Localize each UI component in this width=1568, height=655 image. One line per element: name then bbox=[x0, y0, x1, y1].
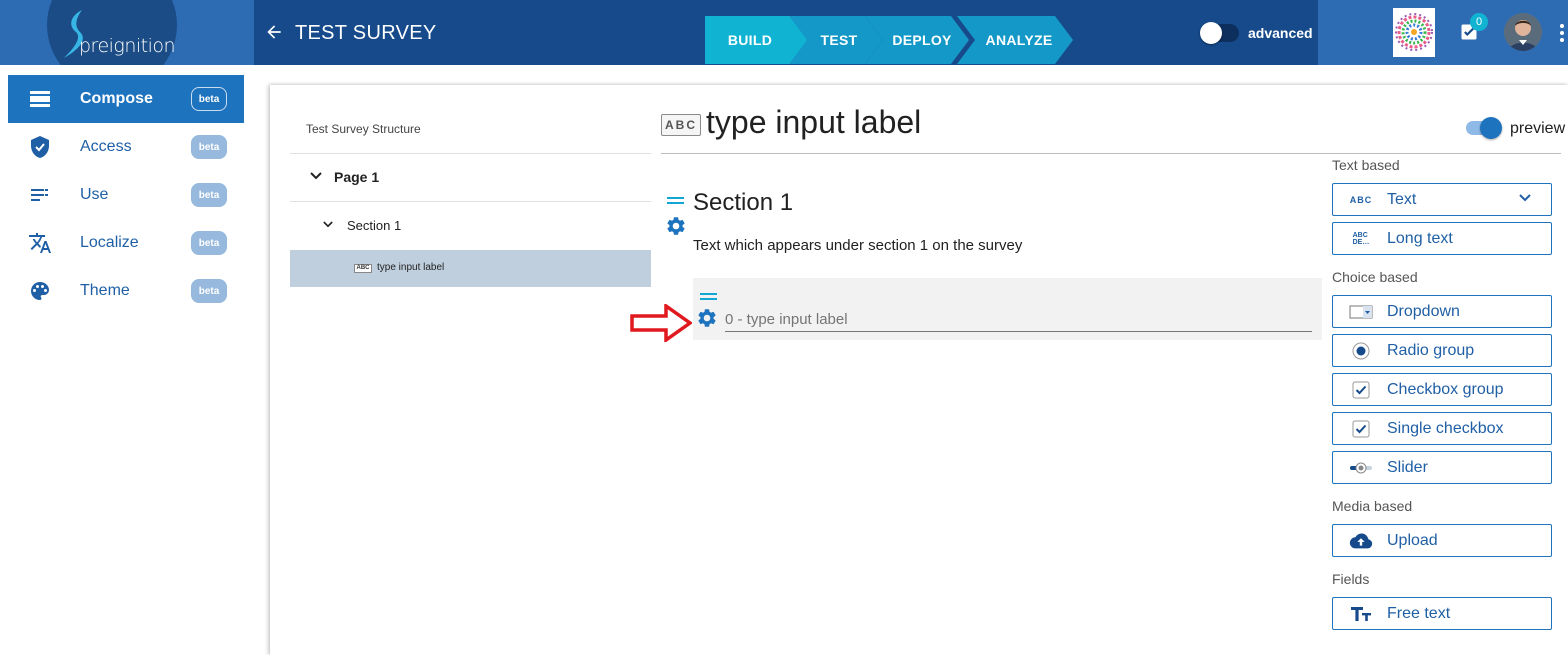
user-photo-icon bbox=[1504, 13, 1542, 51]
checkbox-icon bbox=[1349, 381, 1373, 399]
question-label-input[interactable] bbox=[725, 306, 1312, 332]
palette-radio-group-button[interactable]: Radio group bbox=[1332, 334, 1552, 367]
section-description[interactable]: Text which appears under section 1 on th… bbox=[693, 237, 1022, 254]
organization-logo[interactable] bbox=[1393, 8, 1435, 57]
palette-dropdown-button[interactable]: Dropdown bbox=[1332, 295, 1552, 328]
translate-icon bbox=[29, 233, 51, 253]
tree-item-page[interactable]: Page 1 bbox=[290, 155, 651, 201]
palette-single-checkbox-button[interactable]: Single checkbox bbox=[1332, 412, 1552, 445]
step-build-label: BUILD bbox=[727, 32, 773, 48]
shield-icon bbox=[31, 136, 49, 158]
toggle-knob bbox=[1480, 117, 1502, 139]
text-fields-icon bbox=[1349, 605, 1373, 623]
long-text-icon: ABC DE… bbox=[1352, 232, 1370, 246]
palette-heading-text-based: Text based bbox=[1332, 157, 1400, 173]
palette-long-text-button[interactable]: ABC DE… Long text bbox=[1332, 222, 1552, 255]
logo-text: preignition bbox=[79, 35, 176, 57]
beta-badge: beta bbox=[191, 183, 227, 207]
more-vert-icon[interactable] bbox=[1558, 24, 1566, 42]
step-analyze[interactable]: ANALYZE bbox=[957, 16, 1073, 64]
chevron-down-icon[interactable] bbox=[1519, 194, 1531, 202]
palette-checkbox-group-button[interactable]: Checkbox group bbox=[1332, 373, 1552, 406]
toggle-knob bbox=[1200, 22, 1222, 44]
radio-icon bbox=[1349, 342, 1373, 360]
section-title[interactable]: Section 1 bbox=[693, 189, 793, 217]
tree-page-label: Page 1 bbox=[334, 169, 380, 185]
gear-icon[interactable] bbox=[696, 307, 718, 329]
palette-item-label: Single checkbox bbox=[1387, 420, 1504, 437]
tree-item-section[interactable]: Section 1 bbox=[290, 203, 651, 249]
tree-item-question[interactable]: ABC type input label bbox=[290, 250, 651, 287]
dropdown-icon bbox=[1349, 303, 1373, 321]
abc-icon: ABC bbox=[1349, 195, 1373, 205]
red-arrow-annotation bbox=[630, 304, 692, 342]
sidebar-item-label: Compose bbox=[80, 90, 153, 107]
step-test-label: TEST bbox=[820, 32, 858, 48]
palette-heading-choice-based: Choice based bbox=[1332, 269, 1418, 285]
palette-item-label: Dropdown bbox=[1387, 303, 1460, 320]
beta-badge: beta bbox=[191, 87, 227, 111]
palette-heading-fields: Fields bbox=[1332, 571, 1370, 587]
slider-icon bbox=[1349, 459, 1373, 477]
step-build[interactable]: BUILD bbox=[705, 16, 809, 64]
sidebar-item-label: Access bbox=[80, 138, 132, 155]
beta-badge: beta bbox=[191, 135, 227, 159]
palette-item-label: Checkbox group bbox=[1387, 381, 1504, 398]
survey-title: TEST SURVEY bbox=[295, 22, 437, 44]
tasks-count-badge: 0 bbox=[1470, 13, 1488, 31]
cloud-upload-icon bbox=[1349, 532, 1373, 550]
palette-item-label: Radio group bbox=[1387, 342, 1475, 359]
sidebar-item-label: Use bbox=[80, 186, 109, 203]
palette-item-label: Text bbox=[1387, 191, 1417, 208]
sidebar-item-label: Localize bbox=[80, 234, 139, 251]
top-app-bar: preignition TEST SURVEY BUILD TEST DEPLO… bbox=[0, 0, 1568, 65]
question-type-title: type input label bbox=[706, 104, 922, 140]
drag-handle-icon[interactable] bbox=[700, 293, 717, 300]
drag-handle-icon[interactable] bbox=[667, 197, 684, 204]
divider bbox=[661, 153, 1561, 154]
step-deploy-label: DEPLOY bbox=[892, 32, 952, 48]
structure-title: Test Survey Structure bbox=[306, 122, 421, 136]
sidebar-item-theme[interactable]: Theme beta bbox=[8, 267, 244, 315]
sidebar-item-label: Theme bbox=[80, 282, 130, 299]
palette-item-label: Upload bbox=[1387, 532, 1438, 549]
abc-icon: ABC bbox=[354, 264, 372, 273]
chevron-down-icon[interactable] bbox=[323, 221, 333, 228]
tree-section-label: Section 1 bbox=[347, 218, 402, 233]
palette-item-label: Free text bbox=[1387, 605, 1451, 622]
chevron-down-icon[interactable] bbox=[310, 172, 322, 180]
divider bbox=[290, 201, 651, 202]
palette-heading-media-based: Media based bbox=[1332, 498, 1413, 514]
palette-item-label: Long text bbox=[1387, 230, 1453, 247]
organization-logo-icon bbox=[1395, 13, 1433, 51]
checkbox-icon bbox=[1349, 420, 1373, 438]
step-analyze-label: ANALYZE bbox=[985, 32, 1053, 48]
preview-label: preview bbox=[1510, 120, 1566, 137]
sidebar-item-localize[interactable]: Localize beta bbox=[8, 219, 244, 267]
compose-icon bbox=[30, 91, 50, 107]
palette-text-button[interactable]: ABC Text bbox=[1332, 183, 1552, 216]
sidebar-nav: Compose beta Access beta Use beta Locali… bbox=[8, 75, 244, 315]
sidebar-item-use[interactable]: Use beta bbox=[8, 171, 244, 219]
palette-slider-button[interactable]: Slider bbox=[1332, 451, 1552, 484]
brand-logo[interactable]: preignition bbox=[0, 0, 254, 65]
sidebar-item-compose[interactable]: Compose beta bbox=[8, 75, 244, 123]
advanced-label: advanced bbox=[1248, 25, 1313, 41]
divider bbox=[290, 153, 651, 154]
advanced-toggle[interactable] bbox=[1200, 22, 1239, 44]
palette-icon bbox=[31, 282, 49, 300]
abc-icon: ABC bbox=[661, 114, 701, 136]
list-icon bbox=[31, 189, 48, 201]
sidebar-item-access[interactable]: Access beta bbox=[8, 123, 244, 171]
beta-badge: beta bbox=[191, 231, 227, 255]
palette-upload-button[interactable]: Upload bbox=[1332, 524, 1552, 557]
avatar[interactable] bbox=[1504, 13, 1542, 51]
palette-free-text-button[interactable]: Free text bbox=[1332, 597, 1552, 630]
beta-badge: beta bbox=[191, 279, 227, 303]
gear-icon[interactable] bbox=[665, 215, 687, 237]
preview-toggle[interactable] bbox=[1466, 117, 1502, 139]
palette-item-label: Slider bbox=[1387, 459, 1428, 476]
back-arrow-icon[interactable] bbox=[264, 22, 284, 42]
tree-question-label: type input label bbox=[377, 262, 445, 273]
